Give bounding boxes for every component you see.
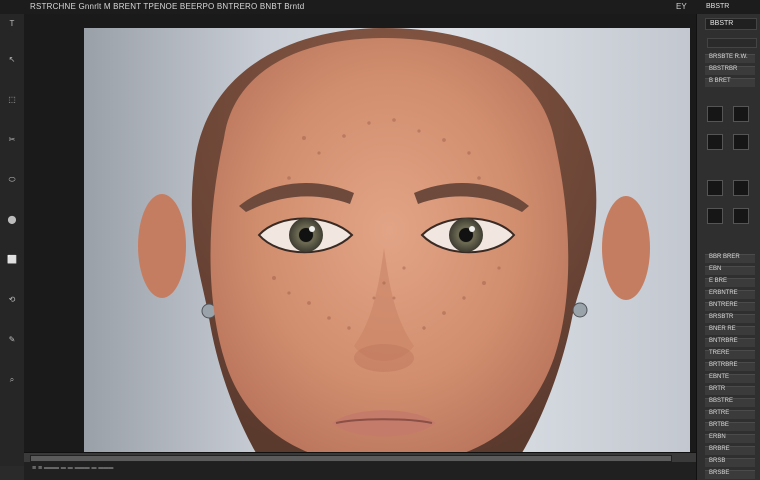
history-icon[interactable]: ⟲ <box>0 294 24 306</box>
panel-row-5[interactable]: EBN <box>705 266 755 275</box>
panel-row-7[interactable]: ERBNTRE <box>705 290 755 299</box>
panel-row-15[interactable]: BRTR <box>705 386 755 395</box>
panel-row-10[interactable]: BNER RE <box>705 326 755 335</box>
canvas-frame <box>24 14 696 468</box>
status-bar: ≡ ≡ ═══ ═ ═ ═══ ═ ═══ <box>24 462 696 480</box>
brush-icon[interactable]: ⬤ <box>0 214 24 226</box>
panel-row-12[interactable]: TRERE <box>705 350 755 359</box>
pen-icon[interactable]: ✎ <box>0 334 24 346</box>
crop-icon[interactable]: ✂ <box>0 134 24 146</box>
panel-header-label: BBSTR <box>710 20 734 27</box>
panel-header: BBSTR <box>705 18 757 30</box>
app-title: RSTRCHNE Gnnrlt M BRENT TPENOE BEERPO BN… <box>30 2 305 11</box>
panel-row-8[interactable]: BNTRERE <box>705 302 755 311</box>
right-panel: BBSTR BRSBTE R.W. BBSTRBR B BRET BBR BRE… <box>696 14 760 480</box>
panel-row-20[interactable]: BRBRE <box>705 446 755 455</box>
panel-row-22[interactable]: BRSBE <box>705 470 755 479</box>
corner-label: EY <box>676 2 687 11</box>
panel-row-4[interactable]: BBR BRER <box>705 254 755 263</box>
left-toolbar: T ↖ ⬚ ✂ ⬭ ⬤ ⬜ ⟲ ✎ ⌕ <box>0 14 25 466</box>
panel-row-6[interactable]: E BRE <box>705 278 755 287</box>
scrollbar-thumb[interactable] <box>30 455 672 462</box>
status-text: ≡ ≡ ═══ ═ ═ ═══ ═ ═══ <box>32 465 114 472</box>
image-canvas[interactable] <box>84 28 690 466</box>
swatch-button[interactable] <box>707 208 723 224</box>
lasso-icon[interactable]: ⬭ <box>0 174 24 186</box>
portrait-image <box>138 28 650 466</box>
marquee-icon[interactable]: ⬚ <box>0 94 24 106</box>
swatch-button[interactable] <box>733 106 749 122</box>
panel-row-13[interactable]: BRTRBRE <box>705 362 755 371</box>
panel-toolbar <box>707 38 757 48</box>
swatch-button[interactable] <box>733 208 749 224</box>
panel-row-17[interactable]: BRTRE <box>705 410 755 419</box>
panel-row-16[interactable]: BBSTRE <box>705 398 755 407</box>
swatch-button[interactable] <box>733 134 749 150</box>
panel-row-21[interactable]: BRSB <box>705 458 755 467</box>
app-titlebar: RSTRCHNE Gnnrlt M BRENT TPENOE BEERPO BN… <box>0 0 760 15</box>
swatch-button[interactable] <box>733 180 749 196</box>
panel-row-14[interactable]: EBNTE <box>705 374 755 383</box>
zoom-icon[interactable]: ⌕ <box>0 374 24 386</box>
swatch-button[interactable] <box>707 134 723 150</box>
arrow-icon[interactable]: ↖ <box>0 54 24 66</box>
type-icon[interactable]: T <box>0 18 24 30</box>
panel-row-9[interactable]: BRSBTR <box>705 314 755 323</box>
swatch-button[interactable] <box>707 106 723 122</box>
panel-row-11[interactable]: BNTRBRE <box>705 338 755 347</box>
panel-title: BBSTR <box>706 3 730 10</box>
eraser-icon[interactable]: ⬜ <box>0 254 24 266</box>
panel-row-1[interactable]: BRSBTE R.W. <box>705 54 755 63</box>
swatch-button[interactable] <box>707 180 723 196</box>
panel-row-19[interactable]: ERBN <box>705 434 755 443</box>
panel-row-2[interactable]: BBSTRBR <box>705 66 755 75</box>
panel-row-18[interactable]: BRTBE <box>705 422 755 431</box>
panel-row-3[interactable]: B BRET <box>705 78 755 87</box>
